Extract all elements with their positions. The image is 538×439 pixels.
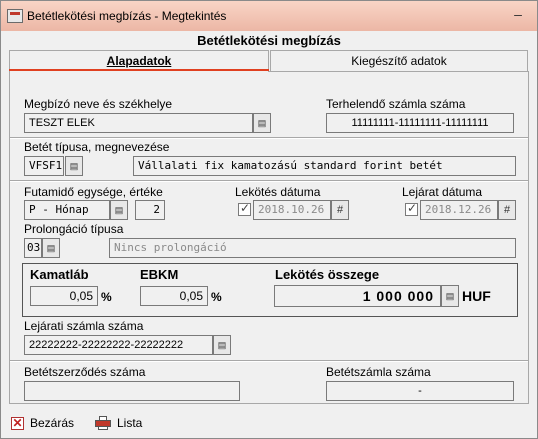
printer-icon: [95, 416, 111, 430]
deposit-type-name-field: Vállalati fix kamatozású standard forint…: [133, 156, 516, 176]
close-button[interactable]: ✕ Bezárás: [11, 414, 74, 432]
form-icon: [7, 9, 23, 23]
deposit-account-label: Betétszámla száma: [326, 365, 431, 379]
lock-date-field[interactable]: 2018.10.26: [253, 200, 331, 220]
term-label: Futamidő egysége, értéke: [24, 185, 163, 199]
prolongation-name-field: Nincs prolongáció: [109, 238, 516, 258]
interest-rate-unit: %: [101, 290, 112, 304]
ebkm-unit: %: [211, 290, 222, 304]
tab-basic-data[interactable]: Alapadatok: [9, 50, 269, 72]
client-label: Megbízó neve és székhelye: [24, 97, 173, 111]
divider-highlight: [10, 181, 528, 182]
contract-number-label: Betétszerződés száma: [24, 365, 146, 379]
close-x-icon: ✕: [11, 415, 24, 430]
prolongation-label: Prolongáció típusa: [24, 222, 124, 236]
term-value-field[interactable]: 2: [135, 200, 165, 220]
minimize-button[interactable]: –: [504, 5, 532, 25]
interest-rate-label: Kamatláb: [30, 267, 89, 282]
ebkm-label: EBKM: [140, 267, 179, 282]
interest-rate-field[interactable]: 0,05: [30, 286, 98, 306]
ebkm-field[interactable]: 0,05: [140, 286, 208, 306]
list-lookup-icon[interactable]: ▤: [65, 156, 83, 176]
list-button[interactable]: Lista: [95, 414, 142, 432]
window-title: Betétlekötési megbízás - Megtekintés: [27, 9, 227, 23]
form-heading: Betétlekötési megbízás: [197, 33, 341, 48]
calendar-button[interactable]: #: [498, 200, 516, 220]
basic-data-panel: Megbízó neve és székhelye TESZT ELEK ▤ T…: [9, 71, 529, 404]
list-lookup-icon[interactable]: ▤: [441, 285, 459, 307]
list-lookup-icon[interactable]: ▤: [110, 200, 128, 220]
divider-highlight: [10, 361, 528, 362]
maturity-date-field[interactable]: 2018.12.26: [420, 200, 498, 220]
maturity-date-checkbox[interactable]: [405, 201, 418, 216]
deposit-type-label: Betét típusa, megnevezése: [24, 140, 170, 154]
tab-additional-data[interactable]: Kiegészítő adatok: [270, 50, 528, 72]
currency-label: HUF: [462, 288, 491, 304]
footer-toolbar: ✕ Bezárás Lista: [1, 406, 537, 438]
list-lookup-icon[interactable]: ▤: [42, 238, 60, 258]
client-field[interactable]: TESZT ELEK: [24, 113, 253, 133]
lock-date-label: Lekötés dátuma: [235, 185, 321, 199]
amount-label: Lekötés összege: [275, 267, 380, 282]
debit-account-label: Terhelendő számla száma: [326, 97, 466, 111]
prolongation-code-field[interactable]: 03: [24, 238, 42, 258]
maturity-date-label: Lejárat dátuma: [402, 185, 483, 199]
list-lookup-icon[interactable]: ▤: [253, 113, 271, 133]
list-button-label: Lista: [117, 416, 143, 430]
calendar-button[interactable]: #: [331, 200, 349, 220]
title-bar: Betétlekötési megbízás - Megtekintés –: [1, 1, 537, 31]
maturity-account-label: Lejárati számla száma: [24, 319, 144, 333]
tab-additional-data-label: Kiegészítő adatok: [351, 54, 447, 68]
deposit-account-field[interactable]: -: [326, 381, 514, 401]
close-button-label: Bezárás: [30, 416, 75, 430]
list-lookup-icon[interactable]: ▤: [213, 335, 231, 355]
lock-date-checkbox[interactable]: [238, 201, 251, 216]
contract-number-field[interactable]: [24, 381, 240, 401]
maturity-account-field[interactable]: 22222222-22222222-22222222: [24, 335, 213, 355]
deposit-type-code-field[interactable]: VFSF1: [24, 156, 64, 176]
term-unit-field[interactable]: P - Hónap: [24, 200, 110, 220]
debit-account-field[interactable]: 11111111-11111111-11111111: [326, 113, 514, 133]
rates-box: Kamatláb 0,05 % EBKM 0,05 % Lekötés össz…: [22, 263, 518, 317]
amount-field[interactable]: 1 000 000: [274, 285, 441, 307]
main-window: Betétlekötési megbízás - Megtekintés – B…: [0, 0, 538, 439]
divider-highlight: [10, 138, 528, 139]
tab-basic-data-label: Alapadatok: [106, 54, 172, 68]
